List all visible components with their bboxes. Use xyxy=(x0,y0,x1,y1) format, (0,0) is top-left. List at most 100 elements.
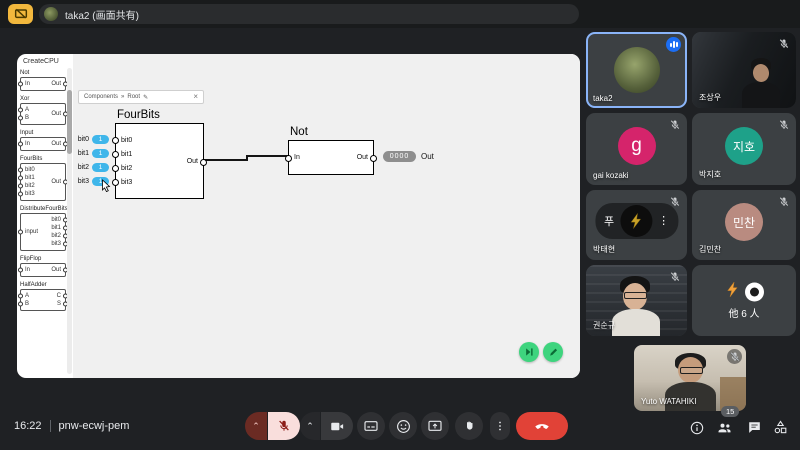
output-port-label: Out xyxy=(51,267,61,273)
port-dot[interactable] xyxy=(112,137,119,144)
participant-tile[interactable]: 권순규 xyxy=(586,265,687,336)
participant-tile[interactable]: 조상우 xyxy=(692,32,796,108)
participant-tile[interactable]: 민찬김민찬 xyxy=(692,190,796,260)
bit-toggle[interactable]: 1 xyxy=(92,149,109,158)
overflow-count-label: 他 6 人 xyxy=(692,305,796,320)
present-button[interactable] xyxy=(421,412,449,440)
breadcrumb-current[interactable]: Root xyxy=(127,94,140,100)
emblem-icon xyxy=(627,211,645,231)
participant-name: 박태현 xyxy=(593,244,615,255)
palette-item-box: input bit0bit1bit2bit3 xyxy=(20,213,66,251)
bit-toggle-label: bit1 xyxy=(78,150,89,157)
port-dot xyxy=(18,116,23,121)
close-icon[interactable]: × xyxy=(193,93,198,101)
bit-toggle[interactable]: 1 xyxy=(92,135,109,144)
participant-tile[interactable]: 지호박지호 xyxy=(692,113,796,185)
fourbits-output-port[interactable]: Out xyxy=(187,154,198,168)
input-port-label: B xyxy=(25,301,29,307)
palette-outputs: Out xyxy=(51,267,61,273)
not-block[interactable]: In Out xyxy=(288,140,374,175)
mic-muted-icon xyxy=(778,37,790,55)
tile-hover-controls: 푸⋮ xyxy=(595,203,678,239)
not-output-port[interactable]: Out xyxy=(357,151,368,165)
port-dot xyxy=(18,230,23,235)
bit-toggle-row: bit11 xyxy=(57,146,109,160)
mic-muted-icon xyxy=(277,419,291,433)
people-button[interactable] xyxy=(716,419,733,436)
end-call-button[interactable] xyxy=(516,412,568,440)
port-dot[interactable] xyxy=(285,155,292,162)
palette-inputs: bit0bit1bit2bit3 xyxy=(25,167,35,197)
camera-button-group: ⌃ xyxy=(300,412,353,440)
port-dot[interactable] xyxy=(112,179,119,186)
mic-mute-button[interactable] xyxy=(268,412,300,440)
fourbits-input-port[interactable]: bit2 xyxy=(121,161,132,175)
divider xyxy=(50,420,51,432)
port-dot xyxy=(18,192,23,197)
participant-tile[interactable]: 푸⋮ 박태현 xyxy=(586,190,687,260)
participant-name: 김민찬 xyxy=(699,244,721,255)
edit-icon[interactable]: ✎ xyxy=(143,94,148,101)
participant-name: Yuto WATAHIKI xyxy=(641,397,696,406)
breadcrumb-components[interactable]: Components xyxy=(84,94,118,100)
chat-button[interactable] xyxy=(746,419,763,436)
port-dot[interactable] xyxy=(200,159,207,166)
input-port-label: bit0 xyxy=(25,167,35,173)
palette-item[interactable]: FlipFlopInOut xyxy=(20,256,66,277)
camera-options-button[interactable]: ⌃ xyxy=(300,412,320,440)
raise-hand-button[interactable] xyxy=(455,412,483,440)
palette-item[interactable]: HalfAdderABCS xyxy=(20,282,66,311)
participant-tile[interactable]: taka2 xyxy=(586,32,687,108)
avatar: g xyxy=(618,127,656,165)
stop-presenting-button[interactable] xyxy=(8,4,33,24)
overflow-avatars xyxy=(724,279,764,304)
participant-tile[interactable]: 他 6 人 xyxy=(692,265,796,336)
palette-item[interactable]: NotInOut xyxy=(20,70,66,91)
fourbits-input-port[interactable]: bit1 xyxy=(121,147,132,161)
port-dot[interactable] xyxy=(112,151,119,158)
output-port-label: S xyxy=(57,301,61,307)
input-port-label: input xyxy=(25,229,38,235)
bit-toggle-row: bit21 xyxy=(57,160,109,174)
bit-toggle-label: bit3 xyxy=(78,178,89,185)
info-button[interactable] xyxy=(688,419,705,436)
palette-item[interactable]: XorABOut xyxy=(20,96,66,125)
output-value-pill: 0000 xyxy=(383,151,416,162)
fourbits-input-port[interactable]: bit3 xyxy=(121,175,132,189)
reactions-button[interactable] xyxy=(389,412,417,440)
port-dot xyxy=(18,184,23,189)
not-input-port[interactable]: In xyxy=(294,151,300,165)
captions-button[interactable] xyxy=(357,412,385,440)
screen-share-pill[interactable]: taka2 (画面共有) xyxy=(39,4,579,24)
top-bar: taka2 (画面共有) xyxy=(0,0,800,28)
bit-toggle-label: bit0 xyxy=(78,136,89,143)
input-port-label: bit3 xyxy=(25,191,35,197)
bit-toggle-row: bit01 xyxy=(57,132,109,146)
palette-outputs: Out xyxy=(51,81,61,87)
self-view-tile[interactable]: Yuto WATAHIKI xyxy=(634,345,746,411)
palette-item[interactable]: DistributeFourBitsinputbit0bit1bit2bit3 xyxy=(20,206,66,251)
fourbits-block[interactable]: bit0bit1bit2bit3 Out xyxy=(115,123,204,199)
palette-inputs: input xyxy=(25,217,38,247)
more-options-button[interactable] xyxy=(490,412,510,440)
output-port-label: bit0 xyxy=(51,217,61,223)
avatar: 민찬 xyxy=(725,203,763,241)
chevron-up-icon: ⌃ xyxy=(252,422,260,431)
more-vertical-icon[interactable]: ⋮ xyxy=(658,214,669,227)
step-button[interactable] xyxy=(519,342,539,362)
palette-item-box: ABCS xyxy=(20,289,66,311)
camera-button[interactable] xyxy=(321,412,353,440)
bit-toggle[interactable]: 1 xyxy=(92,163,109,172)
activities-button[interactable] xyxy=(772,419,789,436)
port-dot[interactable] xyxy=(112,165,119,172)
edit-mode-button[interactable] xyxy=(543,342,563,362)
fourbits-input-port[interactable]: bit0 xyxy=(121,133,132,147)
mic-options-button[interactable]: ⌃ xyxy=(245,412,267,440)
palette-item-box: In Out xyxy=(20,263,66,277)
palette-scrollbar[interactable] xyxy=(67,68,72,374)
mic-muted-icon xyxy=(778,195,790,213)
input-port-label: In xyxy=(25,267,30,273)
presenter-name: taka2 (画面共有) xyxy=(65,7,139,22)
palette-outputs: bit0bit1bit2bit3 xyxy=(51,217,61,247)
participant-tile[interactable]: ggai kozaki xyxy=(586,113,687,185)
